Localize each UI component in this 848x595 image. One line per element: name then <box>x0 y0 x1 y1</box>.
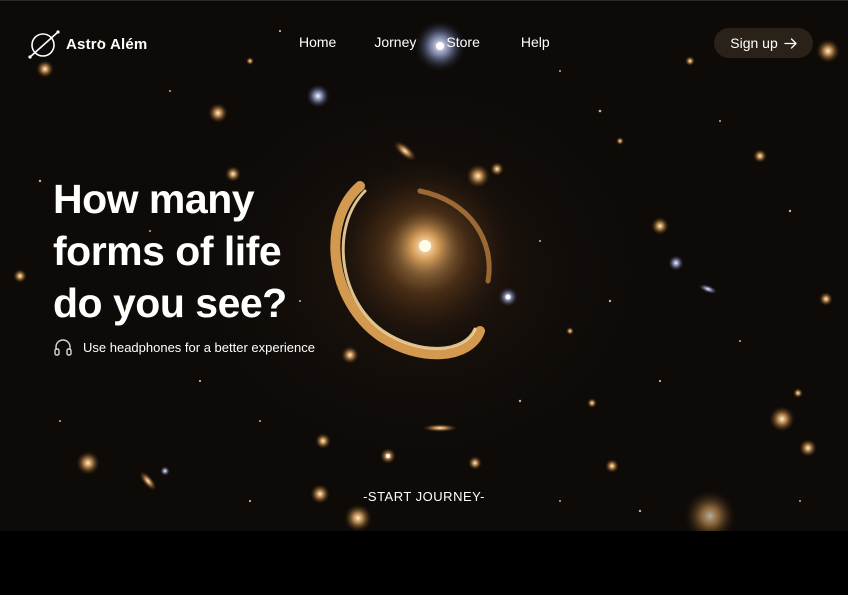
top-navigation: Astro Além Home Jorney Store Help Sign u… <box>0 1 848 85</box>
hero-title: How many forms of life do you see? <box>53 173 373 329</box>
start-journey-button[interactable]: -START JOURNEY- <box>0 489 848 504</box>
nav-link-journey[interactable]: Jorney <box>374 34 416 50</box>
hero-title-line: do you see? <box>53 280 287 326</box>
sign-up-label: Sign up <box>730 35 778 51</box>
arrow-right-icon <box>784 37 797 49</box>
hero-content: How many forms of life do you see? <box>53 173 373 329</box>
hero-title-line: How many <box>53 176 255 222</box>
hero-title-line: forms of life <box>53 228 282 274</box>
headphones-hint: Use headphones for a better experience <box>53 337 315 357</box>
brand-logo[interactable]: Astro Além <box>27 27 147 61</box>
brand-name: Astro Além <box>66 35 148 53</box>
nav-links: Home Jorney Store Help <box>299 34 550 50</box>
nav-link-home[interactable]: Home <box>299 34 336 50</box>
headphones-hint-text: Use headphones for a better experience <box>83 339 315 355</box>
hero-section: Astro Além Home Jorney Store Help Sign u… <box>0 0 848 531</box>
nav-link-help[interactable]: Help <box>521 34 550 50</box>
bottom-black-bar <box>0 531 848 595</box>
nav-link-store[interactable]: Store <box>446 34 479 50</box>
headphones-icon <box>54 339 72 356</box>
sign-up-button[interactable]: Sign up <box>714 28 813 58</box>
planet-ring-icon <box>28 30 60 59</box>
